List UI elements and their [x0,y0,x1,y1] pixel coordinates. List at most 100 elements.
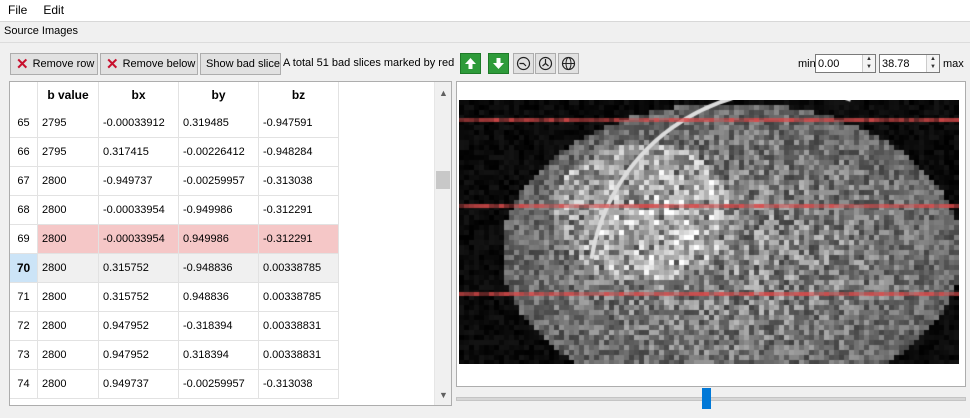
table-cell-bvalue[interactable]: 2800 [38,167,99,196]
table-row[interactable]: 68 2800 -0.00033954 -0.949986 -0.312291 [10,196,339,225]
table-cell-by[interactable]: -0.948836 [179,254,259,283]
table-cell-bvalue[interactable]: 2800 [38,312,99,341]
table-cell-bz[interactable]: 0.00338785 [259,283,339,312]
table-cell-bx[interactable]: 0.947952 [99,312,179,341]
table-cell-bvalue[interactable]: 2800 [38,254,99,283]
table-cell-bx[interactable]: 0.949737 [99,370,179,399]
table-cell-bz[interactable]: 0.00338785 [259,254,339,283]
step-down-icon[interactable]: ▼ [927,63,939,71]
table-cell-bx[interactable]: -0.949737 [99,167,179,196]
table-cell-bx[interactable]: 0.947952 [99,341,179,370]
table-corner[interactable] [10,82,38,109]
table-row[interactable]: 73 2800 0.947952 0.318394 0.00338831 [10,341,339,370]
max-label: max [943,58,964,70]
menu-edit[interactable]: Edit [35,0,72,21]
bad-slice-status: A total 51 bad slices marked by red [283,57,455,69]
row-header[interactable]: 68 [10,196,38,225]
table-cell-bz[interactable]: -0.313038 [259,370,339,399]
max-stepper[interactable]: ▲ ▼ [926,55,939,72]
table-cell-bx[interactable]: 0.315752 [99,283,179,312]
rotate-button[interactable] [513,53,534,74]
table-row[interactable]: 66 2795 0.317415 -0.00226412 -0.948284 [10,138,339,167]
table-cell-by[interactable]: -0.318394 [179,312,259,341]
view-3d-button[interactable] [558,53,579,74]
column-header-by[interactable]: by [179,82,259,109]
table-cell-bx[interactable]: -0.00033912 [99,109,179,138]
scroll-thumb[interactable] [436,171,450,189]
table-cell-bx[interactable]: -0.00033954 [99,225,179,254]
step-down-icon[interactable]: ▼ [863,63,875,71]
table-cell-bvalue[interactable]: 2800 [38,341,99,370]
show-bad-slice-button[interactable]: Show bad slice [200,53,281,75]
menu-separator [0,21,970,22]
step-up-icon[interactable]: ▲ [863,55,875,63]
table-cell-bz[interactable]: -0.948284 [259,138,339,167]
dwi-slice-image[interactable] [459,100,959,364]
max-spinbox[interactable]: ▲ ▼ [879,54,940,73]
table-cell-by[interactable]: -0.00226412 [179,138,259,167]
table-row[interactable]: 65 2795 -0.00033912 0.319485 -0.947591 [10,109,339,138]
slice-viewer[interactable] [456,81,966,387]
table-cell-by[interactable]: 0.319485 [179,109,259,138]
min-input[interactable] [816,55,862,72]
remove-row-button[interactable]: ✕ Remove row [10,53,98,75]
rotate-alt-button[interactable] [535,53,556,74]
table-cell-bvalue[interactable]: 2800 [38,283,99,312]
min-stepper[interactable]: ▲ ▼ [862,55,875,72]
min-spinbox[interactable]: ▲ ▼ [815,54,876,73]
table-cell-bz[interactable]: -0.312291 [259,225,339,254]
table-cell-by[interactable]: 0.948836 [179,283,259,312]
row-header[interactable]: 70 [10,254,38,283]
row-header[interactable]: 71 [10,283,38,312]
row-header[interactable]: 66 [10,138,38,167]
table-row[interactable]: 70 2800 0.315752 -0.948836 0.00338785 [10,254,339,283]
scroll-up-icon[interactable]: ▲ [435,84,451,101]
table-cell-bvalue[interactable]: 2795 [38,109,99,138]
row-header[interactable]: 74 [10,370,38,399]
row-header[interactable]: 67 [10,167,38,196]
table-cell-bx[interactable]: -0.00033954 [99,196,179,225]
table-cell-bvalue[interactable]: 2800 [38,196,99,225]
table-cell-bx[interactable]: 0.315752 [99,254,179,283]
row-header[interactable]: 73 [10,341,38,370]
table-cell-by[interactable]: -0.949986 [179,196,259,225]
row-header[interactable]: 65 [10,109,38,138]
table-row[interactable]: 72 2800 0.947952 -0.318394 0.00338831 [10,312,339,341]
menu-bar: File Edit [0,0,970,21]
table-cell-by[interactable]: -0.00259957 [179,167,259,196]
column-header-bx[interactable]: bx [99,82,179,109]
move-down-button[interactable] [488,53,509,74]
table-cell-bvalue[interactable]: 2800 [38,370,99,399]
table-cell-bvalue[interactable]: 2800 [38,225,99,254]
slider-handle[interactable] [702,388,711,409]
table-scrollbar[interactable]: ▲ ▼ [434,82,451,405]
table-cell-by[interactable]: 0.949986 [179,225,259,254]
slice-slider[interactable] [456,388,966,409]
table-cell-bz[interactable]: -0.312291 [259,196,339,225]
table-cell-bvalue[interactable]: 2795 [38,138,99,167]
move-up-button[interactable] [460,53,481,74]
scroll-down-icon[interactable]: ▼ [435,386,451,403]
table-cell-bz[interactable]: 0.00338831 [259,312,339,341]
group-divider [0,42,970,43]
table-row[interactable]: 67 2800 -0.949737 -0.00259957 -0.313038 [10,167,339,196]
table-row[interactable]: 74 2800 0.949737 -0.00259957 -0.313038 [10,370,339,399]
step-up-icon[interactable]: ▲ [927,55,939,63]
table-row[interactable]: 71 2800 0.315752 0.948836 0.00338785 [10,283,339,312]
table-cell-by[interactable]: 0.318394 [179,341,259,370]
table-cell-bz[interactable]: 0.00338831 [259,341,339,370]
up-arrow-icon [465,58,476,69]
max-input[interactable] [880,55,926,72]
remove-below-button[interactable]: ✕ Remove below [100,53,198,75]
row-header[interactable]: 69 [10,225,38,254]
column-header-bz[interactable]: bz [259,82,339,109]
table-cell-bz[interactable]: -0.313038 [259,167,339,196]
column-header-bvalue[interactable]: b value [38,82,99,109]
gradient-table[interactable]: b value bx by bz 65 2795 -0.00033912 0.3194… [9,81,452,406]
menu-file[interactable]: File [0,0,35,21]
row-header[interactable]: 72 [10,312,38,341]
table-cell-bz[interactable]: -0.947591 [259,109,339,138]
table-cell-bx[interactable]: 0.317415 [99,138,179,167]
table-cell-by[interactable]: -0.00259957 [179,370,259,399]
table-row[interactable]: 69 2800 -0.00033954 0.949986 -0.312291 [10,225,339,254]
